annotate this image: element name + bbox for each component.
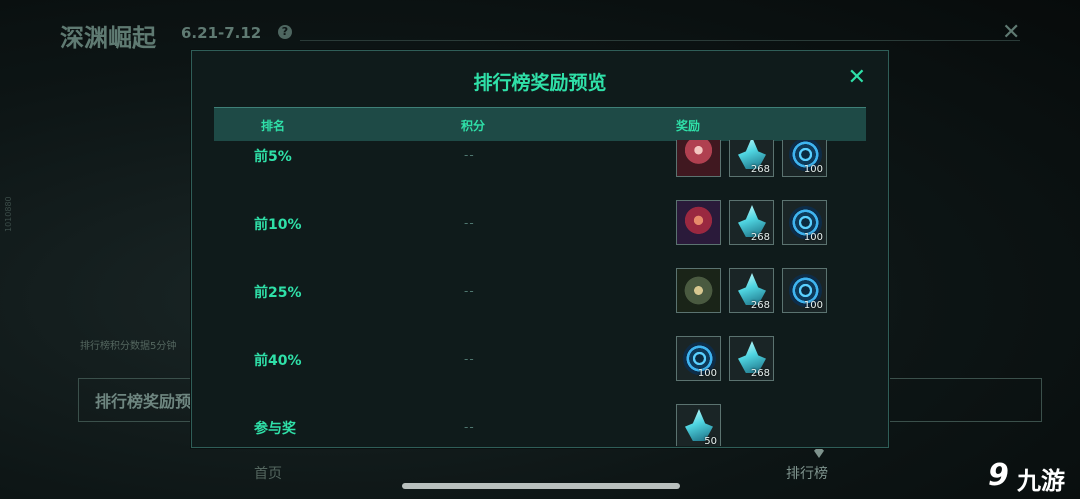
home-indicator[interactable] — [402, 483, 680, 489]
header-rank: 排名 — [261, 119, 286, 133]
rank-tier: 前40% — [254, 353, 302, 369]
update-note: 排行榜积分数据5分钟 — [80, 341, 177, 352]
reward-count: 100 — [803, 164, 823, 175]
reward-item[interactable]: 50 — [676, 404, 721, 446]
reward-preview-button-label: 排行榜奖励预 — [95, 392, 192, 411]
reward-item[interactable]: 268 — [729, 200, 774, 245]
reward-count: 100 — [803, 300, 823, 311]
reward-count: 268 — [750, 164, 770, 175]
skin-portrait-icon — [677, 140, 720, 176]
reward-count: 268 — [750, 300, 770, 311]
score-value: -- — [464, 352, 475, 366]
reward-item[interactable] — [676, 200, 721, 245]
table-row: 前40% -- 100 268 — [214, 326, 866, 394]
reward-count: 100 — [697, 368, 717, 379]
rank-tier: 前5% — [254, 149, 292, 165]
reward-item[interactable]: 268 — [729, 268, 774, 313]
reward-list: 268 100 — [676, 200, 827, 245]
nav-home-tab[interactable]: 首页 — [254, 463, 282, 483]
header-divider — [300, 40, 1020, 41]
modal-title: 排行榜奖励预览 — [473, 72, 607, 94]
skin-portrait-icon — [677, 201, 720, 244]
side-label: 1010880 — [4, 196, 13, 232]
table-row: 前25% -- 268 100 — [214, 258, 866, 326]
reward-item[interactable]: 100 — [782, 140, 827, 177]
nav-ranking-tab[interactable]: 排行榜 — [786, 463, 828, 483]
reward-item[interactable]: 100 — [782, 268, 827, 313]
rank-tier: 前10% — [254, 217, 302, 233]
score-value: -- — [464, 148, 475, 162]
reward-list: 268 100 — [676, 140, 827, 177]
header-reward: 奖励 — [676, 119, 701, 133]
page-close-icon[interactable]: ✕ — [1002, 20, 1020, 45]
reward-list: 50 — [676, 404, 721, 446]
score-value: -- — [464, 216, 475, 230]
reward-item[interactable] — [676, 268, 721, 313]
score-value: -- — [464, 420, 475, 434]
rank-tier: 前25% — [254, 285, 302, 301]
help-icon[interactable]: ? — [278, 25, 292, 39]
rank-tier: 参与奖 — [254, 421, 296, 437]
reward-item[interactable]: 268 — [729, 336, 774, 381]
table-row: 前10% -- 268 100 — [214, 190, 866, 258]
reward-item[interactable]: 100 — [782, 200, 827, 245]
reward-list: 100 268 — [676, 336, 774, 381]
reward-count: 50 — [704, 436, 717, 446]
skin-portrait-icon — [677, 269, 720, 312]
leaderboard-reward-modal: 排行榜奖励预览 ✕ 排名 积分 奖励 前5% -- 268 100 前10% -- 268 1… — [191, 50, 889, 448]
reward-list: 268 100 — [676, 268, 827, 313]
watermark-logo-icon: 9 — [988, 458, 1009, 493]
table-row: 参与奖 -- 50 — [214, 394, 866, 446]
watermark-text: 九游 — [1017, 467, 1065, 495]
reward-item[interactable]: 268 — [729, 140, 774, 177]
reward-item[interactable] — [676, 140, 721, 177]
table-header: 排名 积分 奖励 — [214, 107, 866, 141]
header-score: 积分 — [461, 119, 486, 133]
table-row: 前5% -- 268 100 — [214, 140, 866, 190]
reward-count: 100 — [803, 232, 823, 243]
event-dates: 6.21-7.12 — [181, 24, 262, 42]
reward-count: 268 — [750, 368, 770, 379]
reward-count: 268 — [750, 232, 770, 243]
score-value: -- — [464, 284, 475, 298]
event-title: 深渊崛起 — [60, 24, 156, 52]
reward-item[interactable]: 100 — [676, 336, 721, 381]
modal-close-icon[interactable]: ✕ — [848, 65, 866, 90]
reward-table-body[interactable]: 前5% -- 268 100 前10% -- 268 100 前25% -- 268 100 前40% -… — [214, 140, 866, 446]
